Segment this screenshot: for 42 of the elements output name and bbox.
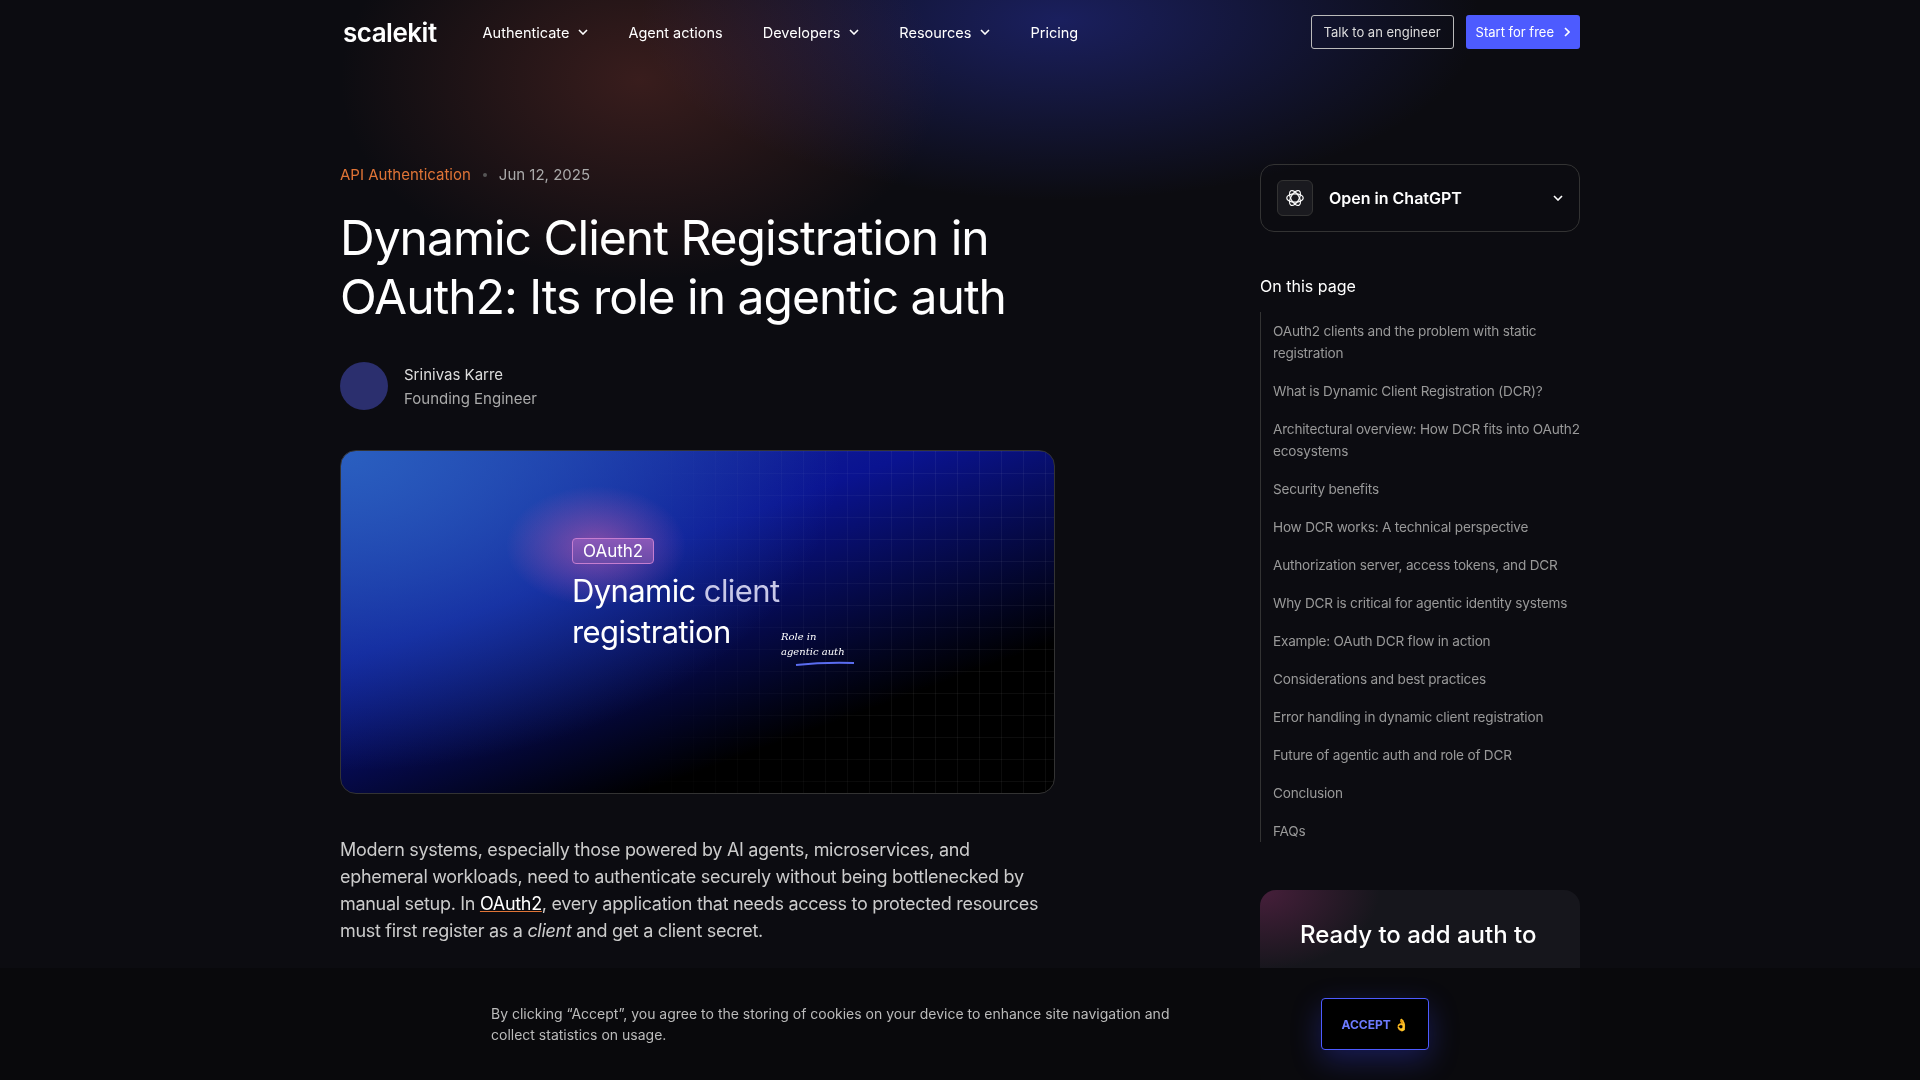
accept-button[interactable]: ACCEPT 👌 [1321,998,1429,1050]
toc-link[interactable]: OAuth2 clients and the problem with static registration [1273,320,1580,364]
intro-paragraph: Modern systems, especially those powered by AI agents, microservices, and ephemeral workloads, need to authenticate securely without being bottlenecked by manual setup. In OAuth2, every application that needs access to protected resources must first register as a client and get a client secret. [340,838,1040,943]
author-name: Srinivas Karre [404,364,505,384]
scribble-underline [794,661,856,667]
knot-logo-icon [1284,187,1306,209]
nav-item[interactable]: Pricing [1030,23,1079,41]
post-date: Jun 12, 2025 [498,165,591,184]
toc-link[interactable]: Why DCR is critical for agentic identity systems [1273,592,1580,614]
cta-title: Ready to add auth to [1300,919,1538,951]
toc-link[interactable]: Error handling in dynamic client registration [1273,706,1580,728]
oauth2-link[interactable]: OAuth2 [479,893,542,914]
separator-dot [482,172,487,177]
nav-item[interactable]: Developers [762,23,860,41]
chevron-right-icon [1564,27,1570,37]
toc-link[interactable]: Considerations and best practices [1273,668,1580,690]
nav-item[interactable]: Resources [899,23,991,41]
chevron-down-icon [1553,195,1563,201]
nav-item[interactable]: Authenticate [482,23,589,41]
article-title: Dynamic Client Registration in OAuth2: Its role in agentic auth [340,208,1007,326]
author-role: Founding Engineer [404,388,537,408]
handwritten-note: Role in agentic auth [781,630,845,659]
start-button[interactable]: Start for free [1465,15,1580,49]
toc-link[interactable]: Architectural overview: How DCR fits into OAuth2 ecosystems [1273,418,1580,462]
hero-headline: Dynamic client registration [572,571,780,652]
toc-link[interactable]: Authorization server, access tokens, and DCR [1273,554,1580,576]
talk-to-engineer-button[interactable]: Talk to an engineer [1310,15,1454,49]
open-in-chatgpt-button[interactable]: Open in ChatGPT [1260,164,1580,232]
toc-link[interactable]: Example: OAuth DCR flow in action [1273,630,1580,652]
toc-link[interactable]: Security benefits [1273,478,1580,500]
cookie-text: By clicking “Accept”, you agree to the storing of cookies on your device to enhance site navigation and collect statistics on usage. [491,1004,1171,1045]
toc-link[interactable]: Conclusion [1273,782,1580,804]
logo[interactable]: scalekit [343,16,437,48]
toc-link[interactable]: FAQs [1273,820,1580,842]
toc-heading: On this page [1260,276,1357,296]
author-avatar [340,362,388,410]
hero-tag: OAuth2 [572,538,655,564]
nav-item[interactable]: Agent actions [628,23,723,41]
category-link[interactable]: API Authentication [340,165,471,184]
toc-link[interactable]: What is Dynamic Client Registration (DCR)? [1273,380,1580,402]
toc-link[interactable]: Future of agentic auth and role of DCR [1273,744,1580,766]
toc-link[interactable]: How DCR works: A technical perspective [1273,516,1580,538]
